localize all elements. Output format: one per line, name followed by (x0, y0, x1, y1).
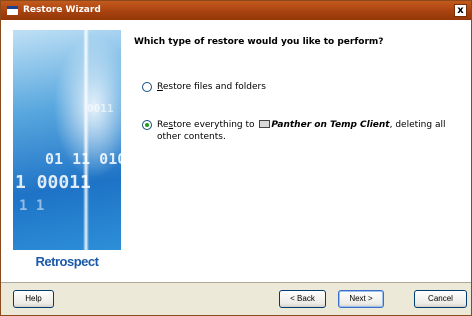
wizard-question: Which type of restore would you like to … (134, 37, 384, 47)
title-bar[interactable]: Restore Wizard x (1, 1, 471, 20)
client-name: Panther on Temp Client (271, 120, 390, 130)
option-text: estore files and folders (162, 82, 266, 92)
restore-wizard-window: Restore Wizard x 0011 01 11 010 1 00011 … (0, 0, 472, 316)
retrospect-logo: Retrospect (35, 254, 99, 269)
close-button[interactable]: x (454, 4, 467, 17)
back-button[interactable]: < Back (279, 290, 326, 308)
restore-files-radio[interactable] (142, 82, 152, 92)
artwork-digits: 0011 (87, 102, 114, 115)
artwork-digits: 1 1 (19, 198, 45, 214)
light-beam (83, 30, 89, 250)
option-text: tore everything to (173, 120, 258, 130)
cancel-button[interactable]: Cancel (414, 290, 467, 308)
window-icon (7, 6, 18, 15)
binary-data-artwork: 0011 01 11 010 1 00011 1 1 (13, 30, 121, 250)
button-divider (1, 282, 471, 283)
client-computer-icon (259, 120, 271, 128)
restore-everything-label[interactable]: Restore everything to Panther on Temp Cl… (157, 119, 457, 143)
restore-files-label[interactable]: Restore files and folders (157, 81, 266, 93)
artwork-digits: 01 11 010 (45, 150, 121, 168)
artwork-digits: 1 00011 (15, 172, 91, 193)
window-title: Restore Wizard (23, 5, 101, 15)
next-button[interactable]: Next > (338, 290, 384, 308)
wizard-side-image: 0011 01 11 010 1 00011 1 1 Retrospect (13, 30, 121, 273)
option-text-prefix: Re (157, 120, 169, 130)
help-button[interactable]: Help (13, 290, 54, 308)
restore-everything-radio[interactable] (142, 120, 152, 130)
wizard-content: 0011 01 11 010 1 00011 1 1 Retrospect Wh… (1, 20, 471, 282)
